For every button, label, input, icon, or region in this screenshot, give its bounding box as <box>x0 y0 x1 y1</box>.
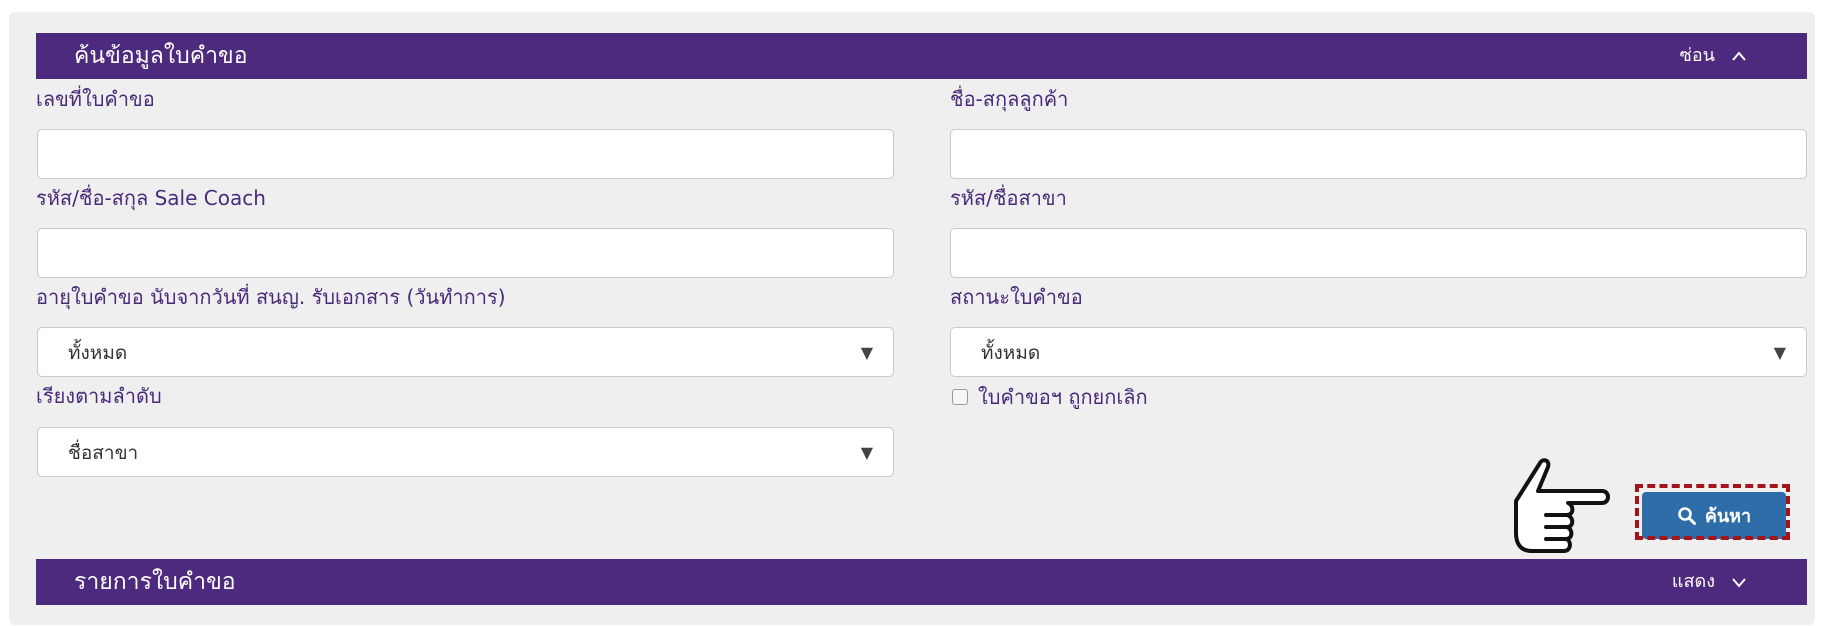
request-age-label: อายุใบคำขอ นับจากวันที่ สนญ. รับเอกสาร (… <box>36 285 506 309</box>
customer-name-input[interactable] <box>951 130 1806 178</box>
search-button-highlight <box>1635 484 1790 540</box>
sale-coach-field[interactable] <box>37 228 894 278</box>
chevron-up-icon <box>1732 51 1746 61</box>
search-section-title: ค้นข้อมูลใบคำขอ <box>74 43 248 69</box>
sale-coach-label: รหัส/ชื่อ-สกุล Sale Coach <box>36 186 266 210</box>
customer-name-field[interactable] <box>950 129 1807 179</box>
pointing-hand-icon <box>1514 458 1610 553</box>
request-status-label: สถานะใบคำขอ <box>950 285 1083 309</box>
sort-by-label: เรียงตามลำดับ <box>36 384 162 408</box>
show-toggle-label: แสดง <box>1671 571 1715 592</box>
customer-name-label: ชื่อ-สกุลลูกค้า <box>950 87 1069 111</box>
hide-toggle-label: ซ่อน <box>1679 45 1715 66</box>
sort-by-select[interactable]: ชื่อสาขา ▼ <box>37 427 894 477</box>
branch-input[interactable] <box>951 229 1806 277</box>
sale-coach-input[interactable] <box>38 229 893 277</box>
caret-down-icon: ▼ <box>1773 343 1786 362</box>
caret-down-icon: ▼ <box>860 343 873 362</box>
request-no-input[interactable] <box>38 130 893 178</box>
hide-toggle[interactable]: ซ่อน <box>1680 33 1749 79</box>
cancelled-checkbox[interactable] <box>952 389 968 405</box>
chevron-down-icon <box>1732 578 1746 588</box>
request-status-select[interactable]: ทั้งหมด ▼ <box>950 327 1807 377</box>
sort-by-selected: ชื่อสาขา <box>68 442 139 464</box>
show-toggle[interactable]: แสดง <box>1672 559 1749 605</box>
request-no-field[interactable] <box>37 129 894 179</box>
request-status-selected: ทั้งหมด <box>981 342 1041 364</box>
results-section-title: รายการใบคำขอ <box>74 569 236 595</box>
branch-field[interactable] <box>950 228 1807 278</box>
request-age-selected: ทั้งหมด <box>68 342 128 364</box>
request-age-select[interactable]: ทั้งหมด ▼ <box>37 327 894 377</box>
request-no-label: เลขที่ใบคำขอ <box>36 87 155 111</box>
caret-down-icon: ▼ <box>860 443 873 462</box>
search-section-header[interactable]: ค้นข้อมูลใบคำขอ ซ่อน <box>36 33 1807 79</box>
branch-label: รหัส/ชื่อสาขา <box>950 186 1067 210</box>
cancelled-checkbox-label: ใบคำขอฯ ถูกยกเลิก <box>978 385 1148 409</box>
cancelled-checkbox-row[interactable]: ใบคำขอฯ ถูกยกเลิก <box>952 385 1148 409</box>
results-section-header[interactable]: รายการใบคำขอ แสดง <box>36 559 1807 605</box>
